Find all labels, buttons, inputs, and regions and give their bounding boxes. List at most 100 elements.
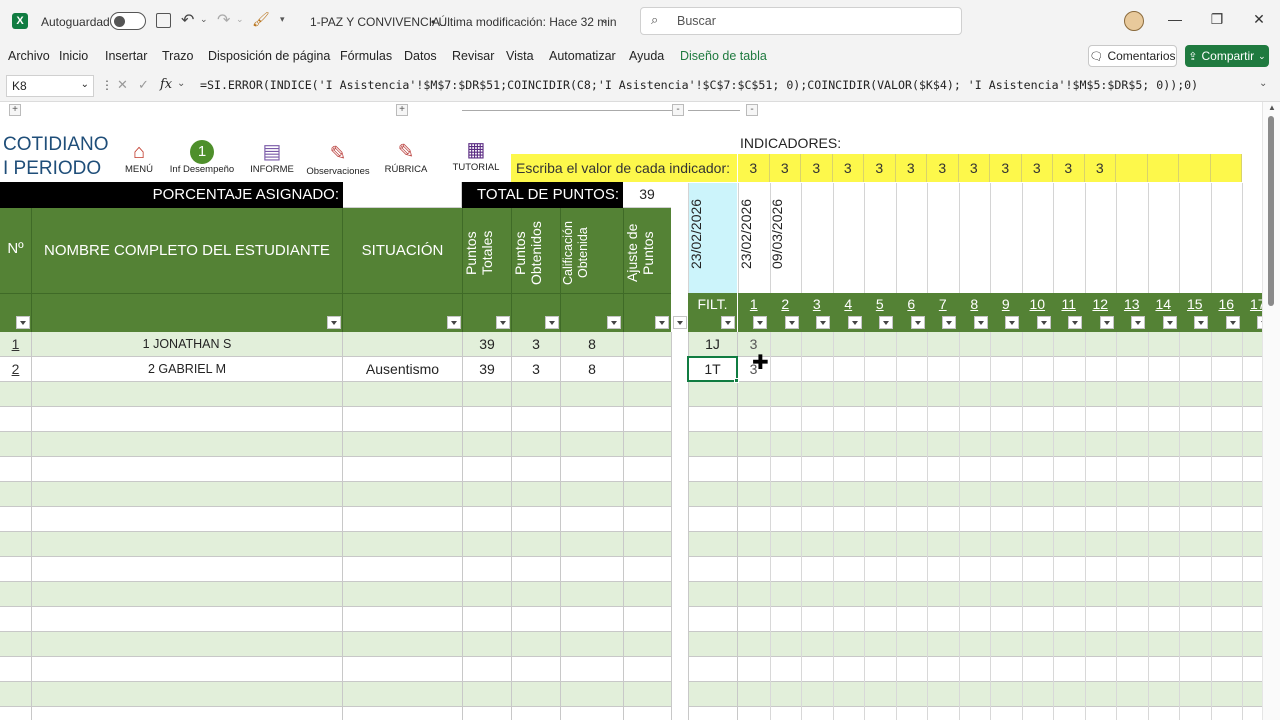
tab-datos[interactable]: Datos (404, 49, 437, 63)
avatar[interactable] (1124, 11, 1144, 31)
filter-dropdown-button[interactable] (1036, 316, 1051, 329)
filter-dropdown-button[interactable] (607, 316, 621, 329)
indicator-value-cell[interactable]: 3 (738, 154, 770, 182)
tab-archivo[interactable]: Archivo (8, 49, 50, 63)
expand-group-icon[interactable]: + (396, 104, 408, 116)
filter-dropdown-button[interactable] (753, 316, 767, 329)
indicator-value-cell[interactable]: 3 (1084, 154, 1116, 182)
student-calificacion[interactable]: 8 (561, 336, 623, 352)
vertical-scrollbar[interactable]: ▲ (1262, 102, 1280, 720)
restore-icon[interactable]: ❐ (1194, 11, 1240, 28)
tutorial-shortcut[interactable]: ▦ TUTORIAL (441, 138, 511, 173)
student-puntos-obtenidos[interactable]: 3 (512, 336, 560, 352)
indicator-value-cell[interactable]: 3 (990, 154, 1022, 182)
cancel-icon[interactable]: ✕ (117, 77, 128, 93)
filter-dropdown-button[interactable] (1005, 316, 1019, 329)
filter-dropdown-button[interactable] (721, 316, 735, 329)
student-puntos-obtenidos[interactable]: 3 (512, 361, 560, 377)
format-painter-icon[interactable]: 🖌 (252, 11, 270, 28)
expand-group-icon[interactable]: + (9, 104, 21, 116)
filter-dropdown-button[interactable] (1162, 316, 1177, 329)
indicator-value-cell[interactable] (1210, 154, 1242, 182)
chevron-down-icon[interactable]: ⌄ (600, 13, 609, 26)
filter-dropdown-button[interactable] (1194, 316, 1208, 329)
expand-formula-icon[interactable]: ⌄ (1259, 78, 1267, 89)
indicator-value-cell[interactable]: 3 (832, 154, 864, 182)
filter-dropdown-button[interactable] (545, 316, 559, 329)
indicator-value-cell[interactable]: 3 (801, 154, 833, 182)
student-puntos-totales[interactable]: 39 (463, 361, 511, 377)
last-modified[interactable]: • Última modificación: Hace 32 min (431, 15, 617, 29)
tab-trazo[interactable]: Trazo (162, 49, 194, 63)
tab-formulas[interactable]: Fórmulas (340, 49, 392, 63)
filter-dropdown-button[interactable] (973, 316, 988, 329)
document-title[interactable]: 1-PAZ Y CONVIVENCIA... (310, 15, 450, 29)
tab-vista[interactable]: Vista (506, 49, 534, 63)
tab-diseno-tabla[interactable]: Diseño de tabla (680, 49, 767, 63)
scroll-up-icon[interactable]: ▲ (1268, 103, 1276, 112)
student-situacion[interactable]: Ausentismo (343, 361, 462, 377)
indicator-value-cell[interactable]: 3 (895, 154, 927, 182)
indicator-value-cell[interactable] (1179, 154, 1211, 182)
autosave-toggle[interactable] (110, 12, 146, 30)
student-name[interactable]: 1 JONATHAN S (32, 337, 342, 351)
undo-icon[interactable]: ↶ (181, 10, 194, 30)
scroll-thumb[interactable] (1268, 116, 1274, 306)
filter-dropdown-button[interactable] (784, 316, 799, 329)
menu-shortcut[interactable]: ⌂ MENÚ (104, 140, 174, 175)
redo-dropdown-icon[interactable]: ⌄ (236, 14, 244, 25)
filter-dropdown-button[interactable] (673, 316, 687, 329)
collapse-group-icon[interactable]: - (672, 104, 684, 116)
filter-dropdown-button[interactable] (1068, 316, 1082, 329)
undo-dropdown-icon[interactable]: ⌄ (200, 14, 208, 25)
redo-icon[interactable]: ↷ (217, 10, 230, 30)
tab-ayuda[interactable]: Ayuda (629, 49, 664, 63)
fx-chevron-icon[interactable]: ⌄ (177, 78, 185, 89)
indicator-value-cell[interactable]: 3 (864, 154, 896, 182)
indicator-value-cell[interactable]: 3 (927, 154, 959, 182)
selected-cell[interactable] (687, 356, 738, 382)
collapse-group-icon[interactable]: - (746, 104, 758, 116)
customize-toolbar-icon[interactable]: ▾ (280, 14, 285, 25)
fill-handle[interactable] (734, 378, 739, 383)
insert-function-icon[interactable]: fx (160, 77, 172, 92)
minimize-icon[interactable]: — (1152, 11, 1198, 27)
inf-desempeno-shortcut[interactable]: 1 Inf Desempeño (167, 140, 237, 175)
filter-dropdown-button[interactable] (847, 316, 862, 329)
porcentaje-value[interactable] (343, 182, 462, 208)
indicator-value-cell[interactable] (1147, 154, 1179, 182)
close-icon[interactable]: ✕ (1236, 11, 1280, 28)
share-button[interactable]: ⇪ Compartir ⌄ (1185, 45, 1269, 67)
filter-dropdown-button[interactable] (447, 316, 461, 329)
filter-dropdown-button[interactable] (816, 316, 830, 329)
more-options-icon[interactable]: ⋮ (101, 78, 113, 92)
indicator-value-cell[interactable]: 3 (769, 154, 801, 182)
student-name[interactable]: 2 GABRIEL M (32, 362, 342, 376)
search-box[interactable]: ⌕ Buscar (640, 7, 962, 35)
filter-dropdown-button[interactable] (879, 316, 893, 329)
save-icon[interactable] (156, 13, 171, 28)
filter-dropdown-button[interactable] (910, 316, 925, 329)
filter-dropdown-button[interactable] (655, 316, 669, 329)
tab-insertar[interactable]: Insertar (105, 49, 147, 63)
tab-inicio[interactable]: Inicio (59, 49, 88, 63)
name-box[interactable]: K8 ⌄ (6, 75, 94, 97)
indicator-value-cell[interactable]: 3 (958, 154, 990, 182)
filter-dropdown-button[interactable] (16, 316, 30, 329)
filter-dropdown-button[interactable] (496, 316, 510, 329)
indicator-value-cell[interactable] (1116, 154, 1148, 182)
filter-dropdown-button[interactable] (327, 316, 341, 329)
informe-shortcut[interactable]: ▤ INFORME (237, 140, 307, 175)
indicator-value-cell[interactable]: 3 (1021, 154, 1053, 182)
student-number-link[interactable]: 1 (0, 336, 31, 352)
tab-revisar[interactable]: Revisar (452, 49, 494, 63)
total-value[interactable]: 39 (623, 182, 671, 208)
observaciones-shortcut[interactable]: ✎ Observaciones (303, 142, 373, 177)
filter-dropdown-button[interactable] (1099, 316, 1114, 329)
formula-text[interactable]: =SI.ERROR(INDICE('I Asistencia'!$M$7:$DR… (200, 78, 1198, 92)
comments-button[interactable]: 🗨 Comentarios (1088, 45, 1177, 67)
tab-disposicion[interactable]: Disposición de página (208, 49, 330, 63)
worksheet[interactable]: COTIDIANO I PERIODO ⌂ MENÚ 1 Inf Desempe… (0, 132, 1262, 720)
filter-dropdown-button[interactable] (942, 316, 956, 329)
student-puntos-totales[interactable]: 39 (463, 336, 511, 352)
